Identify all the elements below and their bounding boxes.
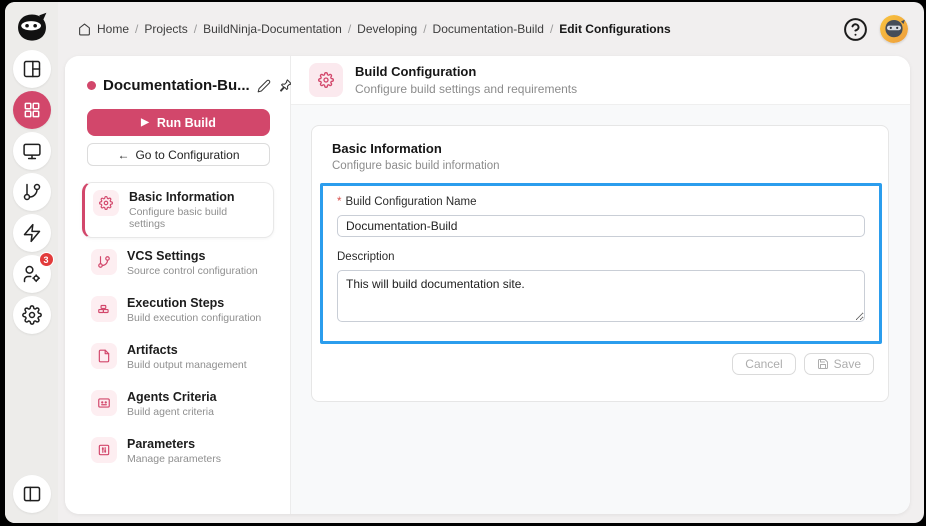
- gear-icon: [21, 305, 42, 325]
- menu-item-title: Artifacts: [127, 343, 178, 357]
- breadcrumb-item-project[interactable]: BuildNinja-Documentation: [203, 22, 342, 36]
- page-subtitle: Configure build settings and requirement…: [355, 82, 578, 96]
- breadcrumb-separator: /: [193, 22, 198, 36]
- user-avatar[interactable]: [880, 15, 908, 43]
- sidebar-item-execution-steps[interactable]: Execution Steps Build execution configur…: [82, 288, 274, 332]
- required-mark: *: [337, 196, 342, 208]
- breadcrumb-separator: /: [135, 22, 139, 36]
- settings-menu: Basic Information Configure basic build …: [65, 182, 290, 473]
- edit-pencil-icon[interactable]: [257, 79, 271, 93]
- top-bar: Home / Projects / BuildNinja-Documentati…: [58, 2, 924, 56]
- form-actions: Cancel Save: [312, 344, 888, 375]
- notification-badge: 3: [38, 252, 54, 267]
- description-field-label-text: Description: [337, 251, 395, 263]
- rail-projects-button[interactable]: [12, 91, 51, 129]
- sidebar-toggle-icon: [22, 484, 42, 504]
- basic-information-card: Basic Information Configure basic build …: [311, 125, 889, 402]
- menu-item-title: Parameters: [127, 437, 196, 451]
- sidebar-item-parameters[interactable]: Parameters Manage parameters: [82, 429, 274, 473]
- layout-icon: [22, 59, 42, 79]
- help-icon: [843, 17, 869, 42]
- menu-item-title: VCS Settings: [127, 249, 206, 263]
- name-field-label-text: Build Configuration Name: [345, 196, 477, 208]
- card-title: Basic Information: [332, 141, 442, 156]
- main-panel: Build Configuration Configure build sett…: [291, 56, 910, 514]
- rail-dashboard-button[interactable]: [12, 50, 51, 88]
- build-sidebar: Documentation-Bu... ▶ Run Build ← Go to …: [65, 56, 292, 514]
- menu-item-subtitle: Source control configuration: [127, 265, 258, 277]
- user-gear-icon: [22, 264, 42, 284]
- sidebar-item-artifacts[interactable]: Artifacts Build output management: [82, 335, 274, 379]
- main-body: Basic Information Configure basic build …: [291, 105, 910, 514]
- run-build-label: Run Build: [156, 115, 216, 130]
- rail-collapse-sidebar-button[interactable]: [12, 475, 51, 513]
- gear-icon: [309, 63, 343, 97]
- monitor-icon: [22, 141, 42, 161]
- sidebar-item-vcs-settings[interactable]: VCS Settings Source control configuratio…: [82, 241, 274, 285]
- menu-item-subtitle: Build output management: [127, 359, 247, 371]
- highlighted-form-region: * Build Configuration Name Description T…: [320, 183, 882, 344]
- lightning-icon: [22, 223, 42, 243]
- rail-builds-button[interactable]: [12, 214, 51, 252]
- parameters-icon: [91, 437, 117, 463]
- rail-settings-button[interactable]: [12, 296, 51, 334]
- help-button[interactable]: [843, 16, 869, 42]
- card-header: Basic Information Configure basic build …: [312, 126, 888, 183]
- breadcrumb-item-subproject[interactable]: Developing: [357, 22, 417, 36]
- home-icon[interactable]: [78, 23, 91, 36]
- description-field-label: Description: [337, 251, 865, 263]
- rail-agents-button[interactable]: [12, 132, 51, 170]
- cancel-button[interactable]: Cancel: [732, 353, 796, 375]
- breadcrumb-separator: /: [347, 22, 352, 36]
- main-header: Build Configuration Configure build sett…: [291, 56, 910, 105]
- breadcrumb-item-build[interactable]: Documentation-Build: [433, 22, 544, 36]
- app-frame: 3 Home / Projects / BuildNinja-Documenta…: [5, 2, 924, 523]
- rail-users-button[interactable]: 3: [12, 252, 54, 293]
- save-icon: [817, 358, 829, 370]
- build-configuration-name-input[interactable]: [337, 215, 865, 237]
- save-button-label: Save: [833, 357, 861, 371]
- back-arrow-icon: ←: [117, 147, 130, 162]
- steps-blocks-icon: [91, 296, 117, 322]
- run-build-button[interactable]: ▶ Run Build: [87, 109, 270, 136]
- gear-icon: [93, 190, 119, 216]
- menu-item-title: Execution Steps: [127, 296, 225, 310]
- rail-vcs-button[interactable]: [12, 173, 51, 211]
- go-to-configuration-label: Go to Configuration: [135, 147, 240, 162]
- menu-item-title: Basic Information: [129, 190, 235, 204]
- icon-rail: 3: [5, 2, 58, 523]
- agent-card-icon: [91, 390, 117, 416]
- cancel-button-label: Cancel: [745, 357, 783, 371]
- card-subtitle: Configure basic build information: [332, 160, 500, 172]
- description-textarea[interactable]: This will build documentation site.: [337, 270, 865, 322]
- breadcrumb-separator: /: [423, 22, 427, 36]
- save-button[interactable]: Save: [803, 353, 874, 375]
- project-header: Documentation-Bu...: [65, 56, 292, 94]
- menu-item-subtitle: Configure basic build settings: [129, 206, 228, 230]
- sidebar-item-agents-criteria[interactable]: Agents Criteria Build agent criteria: [82, 382, 274, 426]
- breadcrumb-item-home[interactable]: Home: [97, 22, 129, 36]
- git-branch-icon: [91, 249, 117, 275]
- name-field-label: * Build Configuration Name: [337, 196, 865, 208]
- breadcrumb: Home / Projects / BuildNinja-Documentati…: [78, 22, 843, 36]
- breadcrumb-separator: /: [549, 22, 554, 36]
- status-dot: [87, 81, 96, 90]
- project-title: Documentation-Bu...: [103, 77, 250, 94]
- grid-icon: [22, 100, 42, 120]
- page-title: Build Configuration: [355, 64, 477, 79]
- breadcrumb-item-projects[interactable]: Projects: [144, 22, 187, 36]
- git-branch-icon: [22, 182, 42, 202]
- content-shell: Documentation-Bu... ▶ Run Build ← Go to …: [65, 56, 910, 514]
- buildninja-logo: [14, 10, 50, 46]
- menu-item-subtitle: Manage parameters: [127, 453, 221, 465]
- top-actions: [843, 15, 908, 43]
- sidebar-item-basic-information[interactable]: Basic Information Configure basic build …: [82, 182, 274, 238]
- menu-item-subtitle: Build execution configuration: [127, 312, 262, 324]
- play-icon: ▶: [141, 116, 149, 128]
- menu-item-title: Agents Criteria: [127, 390, 217, 404]
- go-to-configuration-button[interactable]: ← Go to Configuration: [87, 143, 270, 166]
- file-icon: [91, 343, 117, 369]
- breadcrumb-item-current: Edit Configurations: [559, 22, 671, 36]
- menu-item-subtitle: Build agent criteria: [127, 406, 214, 418]
